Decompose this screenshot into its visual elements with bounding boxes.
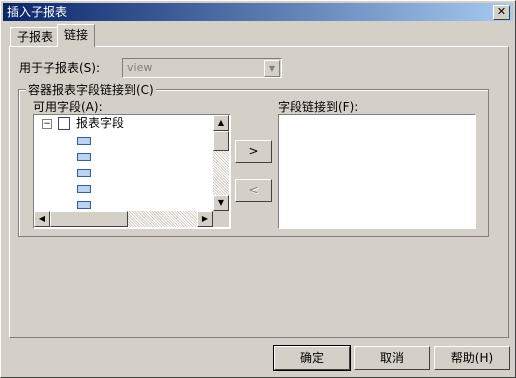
scroll-up-icon[interactable]: ▲ [213,115,229,131]
report-icon [58,117,70,130]
field-icon [77,169,91,177]
field-icon [77,137,91,145]
scroll-left-icon[interactable]: ◀ [34,211,50,227]
remove-link-button[interactable]: < [235,179,272,202]
tree-root-label: 报表字段 [76,116,125,130]
help-button[interactable]: 帮助(H) [434,346,510,370]
cancel-button[interactable]: 取消 [354,346,430,370]
field-icon [77,153,91,161]
chevron-down-icon[interactable]: ▼ [264,60,280,77]
field-icon [77,185,91,193]
close-icon: ✕ [496,5,507,18]
subreport-value: view [127,61,153,74]
insert-subreport-dialog: 插入子报表 ✕ 子报表 链接 用于子报表(S): view ▼ 容器报表字段链接… [0,0,516,378]
tree-vertical-scrollbar[interactable]: ▲ ▼ [213,115,229,211]
container-link-legend: 容器报表字段链接到(C) [26,81,156,98]
tab-links[interactable]: 链接 [57,24,96,47]
add-link-button[interactable]: > [235,140,272,163]
tree-collapse-icon[interactable]: − [42,119,52,129]
ok-button[interactable]: 确定 [273,345,351,371]
available-fields-label: 可用字段(A): [33,100,103,114]
tree-vscroll-thumb[interactable] [213,131,229,151]
tree-root-row[interactable]: − 报表字段 [34,115,214,131]
close-button[interactable]: ✕ [493,5,510,20]
scrollbar-corner [213,211,229,227]
tree-horizontal-scrollbar[interactable]: ◀ ▶ [34,211,213,227]
tree-hscroll-thumb[interactable] [50,211,128,227]
subreport-combobox[interactable]: view ▼ [122,58,282,78]
scroll-right-icon[interactable]: ▶ [197,211,213,227]
title-bar[interactable]: 插入子报表 ✕ [3,3,513,21]
linked-fields-label: 字段链接到(F): [278,100,359,114]
window-title: 插入子报表 [7,5,68,19]
linked-fields-list[interactable] [278,114,476,229]
scroll-down-icon[interactable]: ▼ [213,195,229,211]
subreport-label: 用于子报表(S): [19,61,101,75]
tab-subreport[interactable]: 子报表 [10,27,61,47]
field-icon [77,201,91,209]
